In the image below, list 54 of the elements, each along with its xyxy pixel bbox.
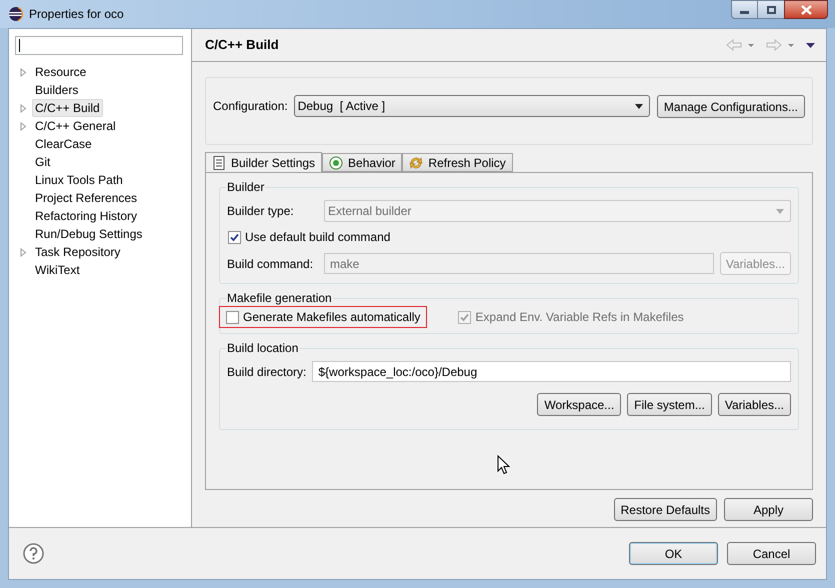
ok-button[interactable]: OK [629, 542, 718, 565]
list-icon [212, 156, 226, 170]
page-title: C/C++ Build [205, 36, 279, 54]
configuration-label: Configuration: [213, 98, 288, 115]
tree-item[interactable]: WikiText [32, 261, 83, 279]
cancel-button[interactable]: Cancel [727, 542, 816, 565]
tree-item[interactable]: Resource [32, 63, 90, 81]
expand-arrow-icon[interactable] [20, 248, 27, 256]
tree-item[interactable]: Run/Debug Settings [32, 225, 146, 243]
expand-arrow-icon[interactable] [20, 68, 27, 76]
tree-item[interactable]: Refactoring History [32, 207, 140, 225]
filter-field[interactable] [15, 36, 183, 55]
window-title: Properties for oco [29, 6, 124, 23]
maximize-button[interactable] [758, 0, 784, 19]
browse-button[interactable]: File system... [627, 393, 712, 416]
field-label: Build command: [227, 256, 314, 272]
checkbox[interactable] [228, 230, 241, 244]
minimize-button[interactable] [731, 0, 758, 19]
manage-configurations-button[interactable]: Manage Configurations... [656, 95, 805, 118]
close-button[interactable] [784, 0, 828, 19]
builder-type-dropdown[interactable]: External builder [324, 200, 791, 222]
tab[interactable]: Refresh Policy [402, 153, 513, 172]
browse-button[interactable]: Workspace... [537, 393, 622, 416]
tree-item[interactable]: Task Repository [32, 243, 124, 261]
tab[interactable]: Behavior [322, 153, 402, 172]
close-icon [800, 4, 812, 14]
field-label: Builder type: [227, 203, 295, 220]
group-title: Makefile generation [226, 290, 333, 306]
checkbox[interactable] [226, 310, 239, 324]
tree-item[interactable]: C/C++ General [32, 117, 119, 135]
tree-item[interactable]: Git [32, 153, 54, 171]
checkbox-label[interactable]: Generate Makefiles automatically [243, 308, 420, 326]
field-label: Build directory: [227, 364, 306, 380]
tree-item[interactable]: C/C++ Build [32, 99, 103, 117]
tree-item[interactable]: ClearCase [32, 135, 95, 153]
navigation-arrows-icon[interactable] [726, 39, 816, 51]
dropdown-arrow-icon [634, 104, 643, 108]
tree-item[interactable]: Project References [32, 189, 140, 207]
mouse-pointer-icon [497, 455, 510, 475]
radio-button-icon [329, 156, 344, 170]
configuration-dropdown[interactable]: Debug [ Active ] [294, 95, 650, 117]
app-logo-icon [8, 6, 24, 22]
build-directory-field[interactable]: ${workspace_loc:/oco}/Debug [312, 361, 791, 382]
checkbox-label[interactable]: Use default build command [245, 228, 390, 246]
refresh-icon [409, 156, 424, 170]
browse-button[interactable]: Variables... [718, 393, 791, 416]
build-command-field[interactable]: make [324, 253, 714, 274]
restore-defaults-button[interactable]: Restore Defaults [614, 498, 717, 521]
dropdown-arrow-icon [776, 208, 784, 214]
tree-item[interactable]: Builders [32, 81, 82, 99]
apply-button[interactable]: Apply [724, 498, 813, 521]
tree-item[interactable]: Linux Tools Path [32, 171, 126, 189]
tab[interactable]: Builder Settings [205, 152, 322, 173]
help-icon[interactable] [23, 543, 44, 564]
